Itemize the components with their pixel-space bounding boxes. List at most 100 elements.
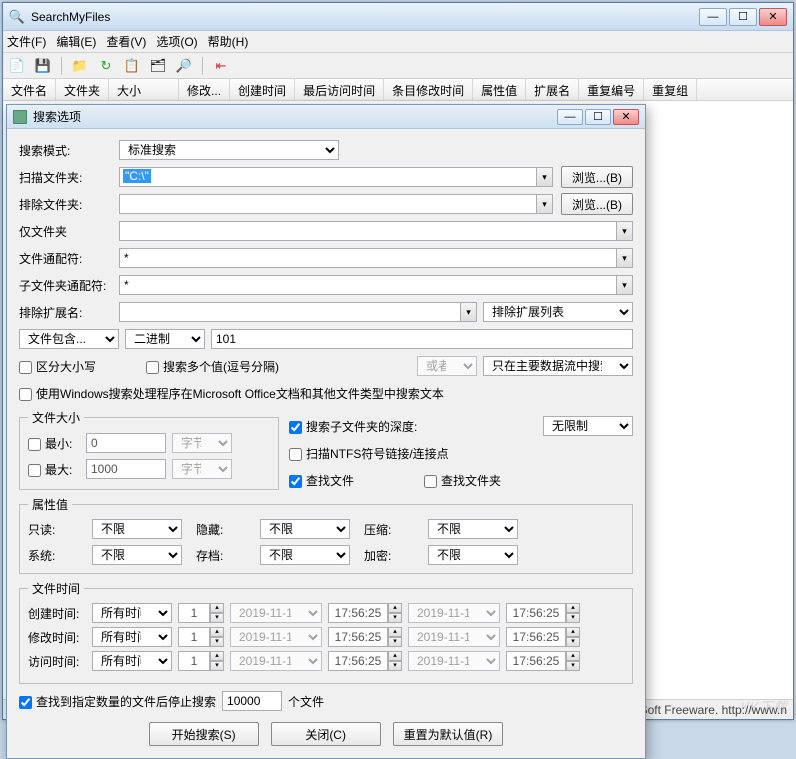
dropdown-icon[interactable]: ▾ [616, 249, 632, 267]
col-created[interactable]: 创建时间 [230, 79, 295, 100]
exclude-ext-input[interactable] [119, 302, 477, 322]
dialog-title: 搜索选项 [33, 108, 557, 125]
main-stream-select[interactable]: 只在主要数据流中搜索 [483, 356, 633, 376]
archive-select[interactable]: 不限 [260, 545, 350, 565]
use-windows-search-checkbox[interactable]: 使用Windows搜索处理程序在Microsoft Office文档和其他文件类… [19, 385, 444, 402]
file-wildcards-label: 文件通配符: [19, 250, 119, 267]
column-headers: 文件名 文件夹 大小 修改... 创建时间 最后访问时间 条目修改时间 属性值 … [3, 79, 793, 101]
hidden-label: 隐藏: [196, 521, 246, 538]
accessed-date2: 2019-11-17 [408, 651, 500, 671]
col-dupgrp[interactable]: 重复组 [644, 79, 697, 100]
dialog-maximize-button[interactable]: ☐ [585, 109, 611, 125]
menu-file[interactable]: 文件(F) [7, 33, 46, 50]
compressed-select[interactable]: 不限 [428, 519, 518, 539]
stop-after-checkbox[interactable]: 查找到指定数量的文件后停止搜索 [19, 693, 216, 710]
watermark: KK下载 [740, 697, 787, 717]
col-entry-modified[interactable]: 条目修改时间 [384, 79, 473, 100]
created-label: 创建时间: [28, 605, 86, 622]
scan-folders-value: "C:\" [123, 169, 151, 183]
toolbar-new-icon[interactable]: 📄 [7, 56, 27, 76]
encrypted-select[interactable]: 不限 [428, 545, 518, 565]
menu-edit[interactable]: 编辑(E) [56, 33, 96, 50]
created-spin[interactable]: ▴▾ [178, 603, 224, 623]
min-size-input [86, 433, 166, 453]
modified-mode-select[interactable]: 所有时间 [92, 627, 172, 647]
main-titlebar: 🔍 SearchMyFiles — ☐ ✕ [3, 3, 793, 31]
toolbar-copy-icon[interactable]: 📋 [122, 56, 142, 76]
exclude-folders-input[interactable] [119, 194, 553, 214]
start-search-button[interactable]: 开始搜索(S) [149, 722, 259, 746]
minimize-button[interactable]: — [699, 8, 727, 26]
system-select[interactable]: 不限 [92, 545, 182, 565]
depth-select[interactable]: 无限制 [543, 416, 633, 436]
maximize-button[interactable]: ☐ [729, 8, 757, 26]
col-dupnum[interactable]: 重复编号 [579, 79, 644, 100]
menu-options[interactable]: 选项(O) [156, 33, 197, 50]
toolbar-folder-icon[interactable]: 📁 [70, 56, 90, 76]
accessed-mode-select[interactable]: 所有时间 [92, 651, 172, 671]
max-size-checkbox[interactable]: 最大: [28, 461, 86, 478]
search-multi-checkbox[interactable]: 搜索多个值(逗号分隔) [146, 358, 279, 375]
col-accessed[interactable]: 最后访问时间 [295, 79, 384, 100]
dropdown-icon[interactable]: ▾ [460, 303, 476, 321]
stop-count-input[interactable] [222, 691, 282, 711]
only-folders-label: 仅文件夹 [19, 223, 119, 240]
modified-spin[interactable]: ▴▾ [178, 627, 224, 647]
max-unit-select: 字节 [172, 459, 232, 479]
accessed-spin[interactable]: ▴▾ [178, 651, 224, 671]
dialog-close-button[interactable]: ✕ [613, 109, 639, 125]
close-dialog-button[interactable]: 关闭(C) [271, 722, 381, 746]
file-wildcards-input[interactable] [119, 248, 633, 268]
only-folders-input[interactable] [119, 221, 633, 241]
search-depth-checkbox[interactable]: 搜索子文件夹的深度: [289, 418, 417, 435]
toolbar-save-icon[interactable]: 💾 [33, 56, 53, 76]
find-folders-checkbox[interactable]: 查找文件夹 [424, 472, 501, 489]
scan-ntfs-checkbox[interactable]: 扫描NTFS符号链接/连接点 [289, 445, 449, 462]
close-button[interactable]: ✕ [759, 8, 787, 26]
browse-exclude-button[interactable]: 浏览...(B) [561, 193, 633, 215]
reset-default-button[interactable]: 重置为默认值(R) [393, 722, 504, 746]
dropdown-icon[interactable]: ▾ [536, 168, 552, 186]
col-modified[interactable]: 修改... [179, 79, 230, 100]
menu-view[interactable]: 查看(V) [106, 33, 146, 50]
exclude-ext-list-select[interactable]: 排除扩展列表 [483, 302, 633, 322]
or-select: 或者 [417, 356, 477, 376]
search-mode-label: 搜索模式: [19, 142, 119, 159]
created-mode-select[interactable]: 所有时间 [92, 603, 172, 623]
contains-value-input[interactable] [211, 329, 633, 349]
toolbar-props-icon[interactable]: 🗂 [148, 56, 168, 76]
toolbar: 📄 💾 📁 ↻ 📋 🗂 🔎 ⇤ [3, 53, 793, 79]
dropdown-icon[interactable]: ▾ [536, 195, 552, 213]
col-folder[interactable]: 文件夹 [56, 79, 109, 100]
scan-folders-input[interactable] [119, 167, 553, 187]
accessed-time2: ▴▾ [506, 651, 580, 671]
col-filename[interactable]: 文件名 [3, 79, 56, 100]
binary-select[interactable]: 二进制 [125, 329, 205, 349]
find-files-checkbox[interactable]: 查找文件 [289, 472, 354, 489]
modified-date2: 2019-11-17 [408, 627, 500, 647]
toolbar-exit-icon[interactable]: ⇤ [211, 56, 231, 76]
file-contains-select[interactable]: 文件包含... [19, 329, 119, 349]
dropdown-icon[interactable]: ▾ [616, 222, 632, 240]
toolbar-refresh-icon[interactable]: ↻ [96, 56, 116, 76]
toolbar-find-icon[interactable]: 🔎 [174, 56, 194, 76]
menubar: 文件(F) 编辑(E) 查看(V) 选项(O) 帮助(H) [3, 31, 793, 53]
hidden-select[interactable]: 不限 [260, 519, 350, 539]
menu-help[interactable]: 帮助(H) [208, 33, 249, 50]
dropdown-icon[interactable]: ▾ [616, 276, 632, 294]
dialog-minimize-button[interactable]: — [557, 109, 583, 125]
filesize-legend: 文件大小 [28, 409, 84, 426]
archive-label: 存档: [196, 547, 246, 564]
search-mode-select[interactable]: 标准搜索 [119, 140, 339, 160]
min-size-checkbox[interactable]: 最小: [28, 435, 86, 452]
system-label: 系统: [28, 547, 78, 564]
col-ext[interactable]: 扩展名 [526, 79, 579, 100]
subfolder-wildcards-input[interactable] [119, 275, 633, 295]
modified-date1: 2019-11-17 [230, 627, 322, 647]
dialog-titlebar: 搜索选项 — ☐ ✕ [7, 105, 645, 129]
col-attrs[interactable]: 属性值 [473, 79, 526, 100]
case-sensitive-checkbox[interactable]: 区分大小写 [19, 358, 96, 375]
browse-scan-button[interactable]: 浏览...(B) [561, 166, 633, 188]
readonly-select[interactable]: 不限 [92, 519, 182, 539]
col-size[interactable]: 大小 [109, 79, 179, 100]
